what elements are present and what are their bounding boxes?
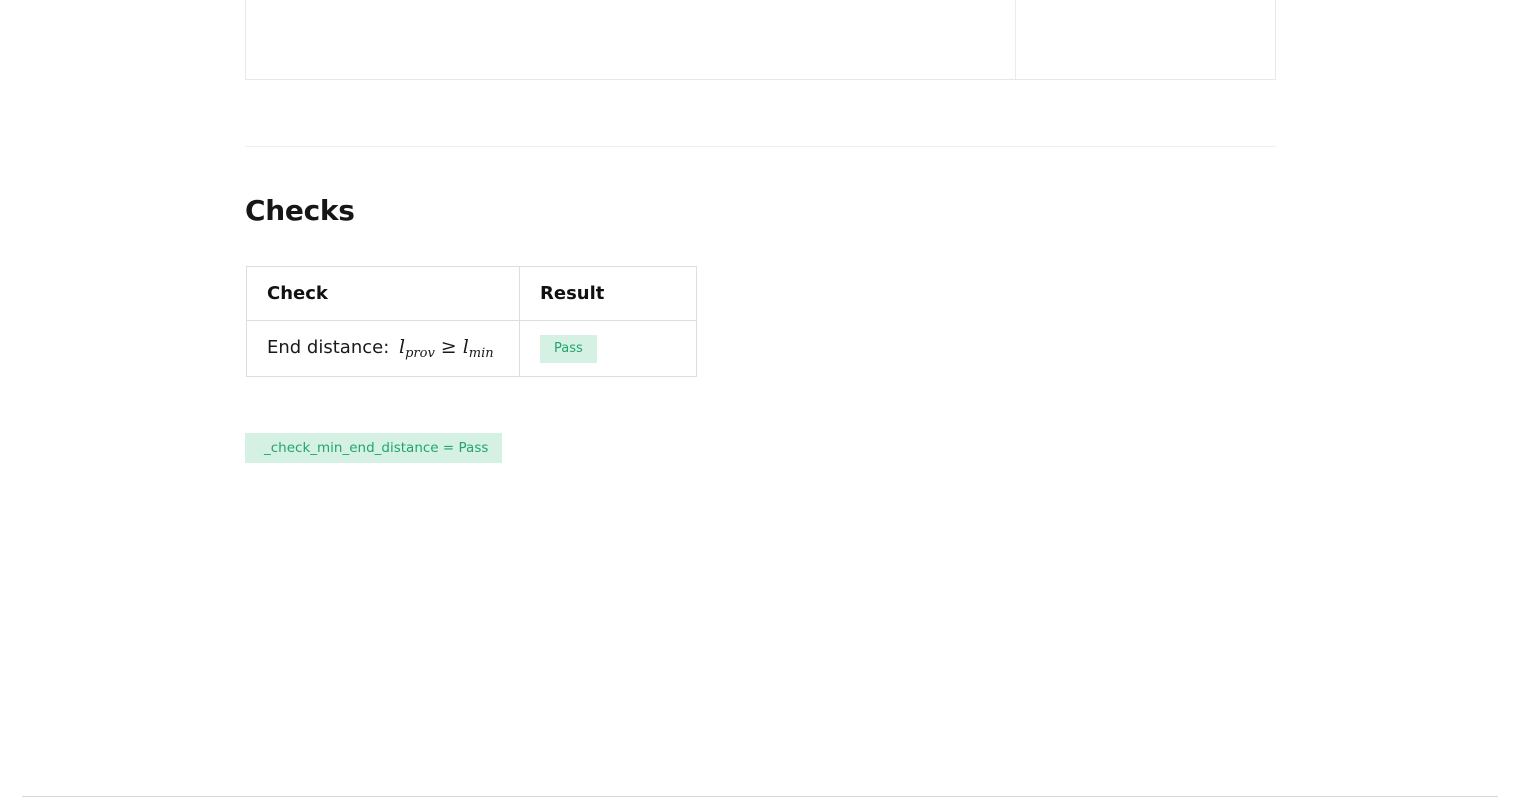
check-result-badge: _check_min_end_distance = Pass bbox=[245, 433, 503, 463]
formula-rhs-subscript: min bbox=[468, 346, 494, 361]
check-label: End distance: bbox=[267, 337, 390, 358]
formula-operator: ≥ bbox=[440, 336, 457, 358]
column-header-check: Check bbox=[246, 266, 520, 321]
check-cell: End distance: lprov ≥ lmin bbox=[246, 320, 520, 377]
check-formula: lprov ≥ lmin bbox=[399, 336, 494, 361]
table-header-row: Check Result bbox=[246, 266, 697, 321]
formula-lhs-subscript: prov bbox=[405, 346, 435, 361]
page: Checks Check Result End distance: lprov ≥… bbox=[0, 0, 1520, 798]
pass-badge: Pass bbox=[540, 334, 597, 363]
previous-table-remainder bbox=[245, 0, 1276, 80]
footer-divider bbox=[22, 796, 1498, 797]
table-row: End distance: lprov ≥ lmin Pass bbox=[246, 320, 697, 377]
table-column-divider bbox=[1015, 0, 1016, 79]
checks-table: Check Result End distance: lprov ≥ lmin Pa… bbox=[246, 266, 697, 377]
column-header-result: Result bbox=[519, 266, 697, 321]
result-cell: Pass bbox=[519, 320, 697, 377]
checks-heading: Checks bbox=[245, 194, 355, 227]
section-divider bbox=[245, 146, 1276, 147]
